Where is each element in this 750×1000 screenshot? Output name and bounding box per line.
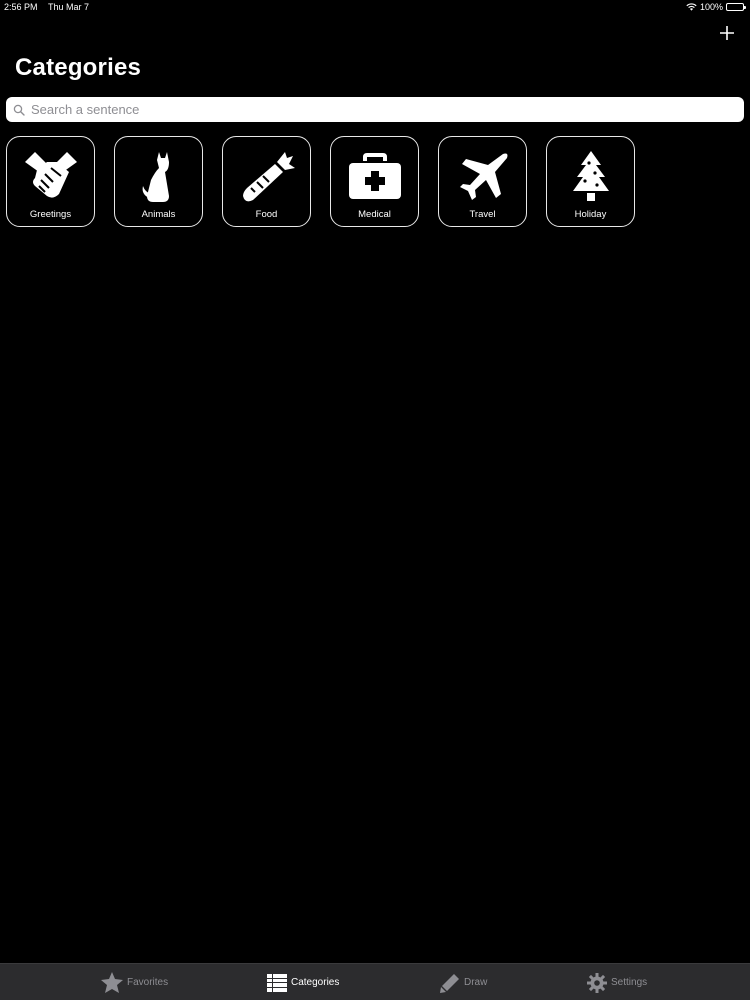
medical-kit-icon [346, 149, 404, 205]
tab-label: Favorites [127, 977, 169, 988]
tab-settings[interactable]: Settings [587, 964, 647, 1000]
category-medical[interactable]: Medical [330, 136, 419, 227]
battery-percentage: 100% [699, 2, 723, 12]
tab-label: Draw [464, 977, 488, 988]
cat-icon [130, 149, 188, 205]
category-label: Animals [141, 209, 176, 220]
search-input[interactable] [29, 101, 744, 118]
category-greetings[interactable]: Greetings [6, 136, 95, 227]
gear-icon [587, 972, 607, 993]
status-indicators: 100% [686, 2, 746, 12]
handshake-icon [22, 149, 80, 205]
pencil-icon [440, 973, 459, 993]
list-icon [267, 973, 287, 992]
christmas-tree-icon [562, 149, 620, 205]
category-label: Medical [358, 209, 391, 220]
category-travel[interactable]: Travel [438, 136, 527, 227]
star-icon [101, 972, 123, 993]
add-button[interactable] [716, 22, 738, 44]
status-time: 2:56 PM [4, 2, 38, 12]
category-animals[interactable]: Animals [114, 136, 203, 227]
carrot-icon [238, 149, 296, 205]
search-bar[interactable] [6, 97, 744, 122]
category-label: Food [255, 209, 278, 220]
airplane-icon [454, 149, 512, 205]
status-date: Thu Mar 7 [48, 2, 90, 12]
tab-label: Settings [611, 977, 648, 988]
search-icon [13, 104, 25, 116]
page-title: Categories [15, 54, 142, 81]
tab-label: Categories [291, 977, 340, 988]
wifi-icon [686, 3, 697, 11]
status-bar: 2:56 PM Thu Mar 7 100% [0, 0, 750, 16]
category-label: Holiday [574, 209, 607, 220]
category-holiday[interactable]: Holiday [546, 136, 635, 227]
battery-icon [726, 3, 746, 11]
tab-draw[interactable]: Draw [440, 964, 487, 1000]
tab-favorites[interactable]: Favorites [101, 964, 168, 1000]
category-label: Greetings [29, 209, 72, 220]
tab-categories[interactable]: Categories [267, 964, 339, 1000]
category-food[interactable]: Food [222, 136, 311, 227]
categories-screen: 2:56 PM Thu Mar 7 100% Categories Search… [0, 0, 750, 1000]
plus-icon [720, 26, 734, 40]
category-label: Travel [469, 209, 496, 220]
category-grid: Greetings Animals Food Medical Travel Ho… [6, 136, 635, 227]
tab-bar: Favorites Categories Draw Settings [0, 963, 750, 1000]
